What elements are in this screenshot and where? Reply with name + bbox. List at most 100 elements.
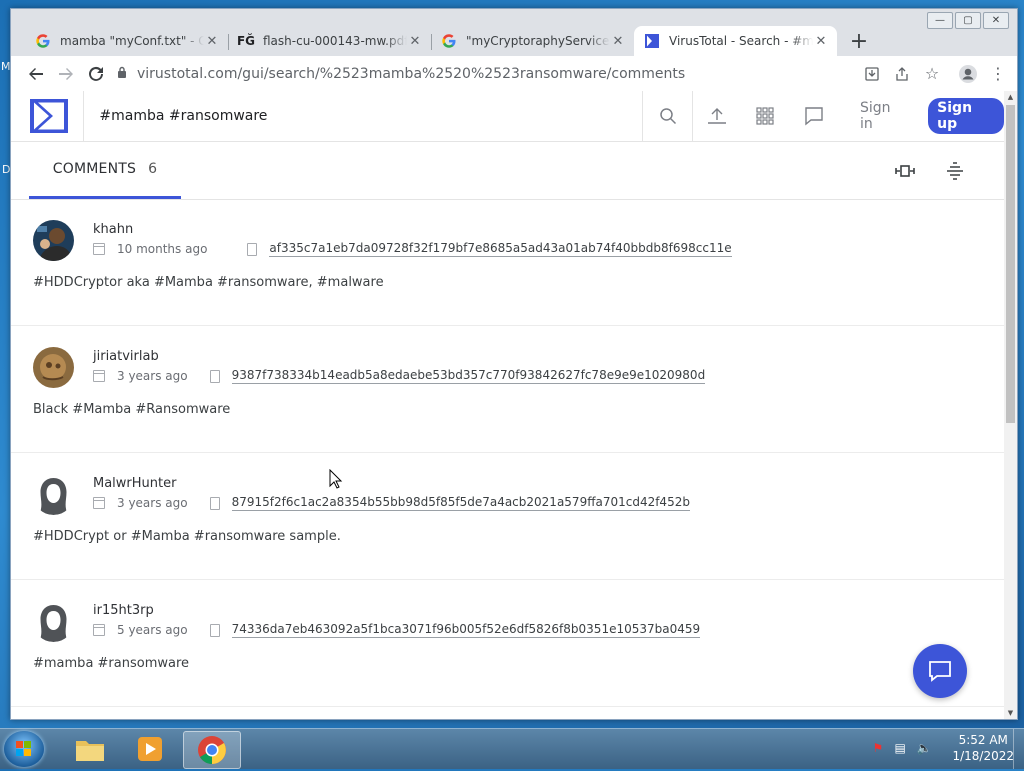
apps-grid-icon[interactable]	[741, 91, 789, 141]
comments-header: COMMENTS 6	[11, 141, 1004, 200]
comment-time: 10 months ago	[117, 242, 208, 256]
close-window-button[interactable]: ✕	[983, 12, 1009, 29]
new-tab-button[interactable]: +	[845, 27, 873, 55]
comment-text: #mamba #ransomware	[33, 656, 190, 671]
comment-meta: 10 months ago af335c7a1eb7da09728f32f179…	[93, 241, 732, 257]
browser-window: — ▢ ✕ mamba "myConf.txt" - Go ✕ FĞ flash…	[10, 8, 1018, 720]
vt-header: #mamba #ransomware Sign in Sign up	[11, 91, 1004, 142]
browser-menu-icon[interactable]: ⋮	[983, 59, 1013, 89]
comment-item: ir15ht3rp 5 years ago 74336da7eb463092a5…	[11, 580, 1004, 707]
google-icon	[35, 33, 51, 49]
minimize-button[interactable]: —	[927, 12, 953, 29]
volume-icon[interactable]: 🔈	[916, 741, 932, 755]
calendar-icon	[93, 370, 105, 382]
comments-count: 6	[148, 160, 158, 177]
tab-google-mamba[interactable]: mamba "myConf.txt" - Go ✕	[25, 26, 228, 56]
chat-button[interactable]	[913, 644, 967, 698]
comments-tab-label: COMMENTS	[52, 160, 137, 177]
file-icon	[247, 242, 258, 256]
forward-button[interactable]	[51, 59, 81, 89]
calendar-icon	[93, 243, 105, 255]
comment-author[interactable]: MalwrHunter	[93, 476, 176, 491]
tab-strip: mamba "myConf.txt" - Go ✕ FĞ flash-cu-00…	[25, 24, 873, 56]
tab-title: mamba "myConf.txt" - Go	[60, 34, 204, 48]
address-bar[interactable]: virustotal.com/gui/search/%2523mamba%252…	[117, 60, 851, 88]
profile-icon[interactable]	[953, 59, 983, 89]
chrome-taskbar-button[interactable]	[183, 731, 241, 769]
file-hash-link[interactable]: 9387f738334b14eadb5a8edaebe53bd357c770f9…	[231, 368, 706, 384]
close-tab-icon[interactable]: ✕	[813, 34, 829, 49]
show-desktop-button[interactable]	[1013, 729, 1024, 769]
clock-time: 5:52 AM	[958, 733, 1008, 747]
avatar	[33, 347, 74, 388]
comment-time: 3 years ago	[117, 369, 188, 383]
share-icon[interactable]	[887, 59, 917, 89]
file-icon	[209, 623, 220, 637]
calendar-icon	[93, 497, 105, 509]
tab-title: flash-cu-000143-mw.pdf	[263, 34, 407, 48]
back-button[interactable]	[21, 59, 51, 89]
page-scrollbar[interactable]: ▲ ▼	[1004, 91, 1017, 719]
tab-flash-pdf[interactable]: FĞ flash-cu-000143-mw.pdf ✕	[228, 26, 431, 56]
close-tab-icon[interactable]: ✕	[610, 34, 626, 49]
calendar-icon	[93, 624, 105, 636]
collapse-view-icon[interactable]	[943, 159, 967, 183]
maximize-button[interactable]: ▢	[955, 12, 981, 29]
explorer-taskbar-button[interactable]	[62, 731, 118, 767]
file-hash-link[interactable]: af335c7a1eb7da09728f32f179bf7e8685a5ad43…	[269, 241, 732, 257]
tab-comments[interactable]: COMMENTS 6	[29, 141, 181, 199]
file-icon	[209, 496, 220, 510]
reload-button[interactable]	[81, 59, 111, 89]
virustotal-logo[interactable]	[25, 91, 73, 141]
close-tab-icon[interactable]: ✕	[407, 34, 423, 49]
tab-virustotal[interactable]: VirusTotal - Search - #mamba #ransomware…	[634, 26, 837, 56]
close-tab-icon[interactable]: ✕	[204, 34, 220, 49]
comment-item: jiriatvirlab 3 years ago 9387f738334b14e…	[11, 326, 1004, 453]
comment-text: #HDDCryptor aka #Mamba #ransomware, #mal…	[33, 275, 384, 290]
tab-title: VirusTotal - Search - #mamba #ransomware	[669, 34, 813, 48]
url-text: virustotal.com/gui/search/%2523mamba%252…	[137, 65, 686, 82]
search-input[interactable]: #mamba #ransomware	[83, 91, 644, 141]
comment-author[interactable]: jiriatvirlab	[93, 349, 159, 364]
mouse-cursor-icon	[329, 469, 343, 489]
bookmark-star-icon[interactable]: ☆	[917, 59, 947, 89]
file-hash-link[interactable]: 87915f2f6c1ac2a8354b55bb98d5f85f5de7a4ac…	[231, 495, 690, 511]
comment-item: MalwrHunter 3 years ago 87915f2f6c1ac2a8…	[11, 453, 1004, 580]
scrollbar-thumb[interactable]	[1006, 105, 1015, 423]
comment-author[interactable]: ir15ht3rp	[93, 603, 154, 618]
google-icon	[441, 33, 457, 49]
media-player-taskbar-button[interactable]	[122, 731, 178, 767]
comment-meta: 3 years ago 9387f738334b14eadb5a8edaebe5…	[93, 368, 706, 384]
expand-view-icon[interactable]	[893, 159, 917, 183]
clock-date: 1/18/2022	[952, 749, 1014, 763]
tab-google-cryptography[interactable]: "myCryptoraphyService" - ✕	[431, 26, 634, 56]
browser-toolbar: virustotal.com/gui/search/%2523mamba%252…	[11, 56, 1017, 92]
install-app-icon[interactable]	[857, 59, 887, 89]
file-hash-link[interactable]: 74336da7eb463092a5f1bca3071f96b005f52e6d…	[231, 622, 701, 638]
comment-meta: 5 years ago 74336da7eb463092a5f1bca3071f…	[93, 622, 701, 638]
sign-in-link[interactable]: Sign in	[860, 100, 906, 132]
scroll-down-arrow-icon[interactable]: ▼	[1004, 707, 1017, 719]
avatar	[33, 601, 74, 642]
chat-icon[interactable]	[790, 91, 838, 141]
upload-icon[interactable]	[693, 91, 741, 141]
comment-text: #HDDCrypt or #Mamba #ransomware sample.	[33, 529, 341, 544]
network-icon[interactable]: ▤	[894, 741, 910, 755]
clock[interactable]: 5:52 AM 1/18/2022	[952, 732, 1014, 764]
virustotal-icon	[644, 33, 660, 49]
tab-title: "myCryptoraphyService" -	[466, 34, 610, 48]
avatar	[33, 474, 74, 515]
start-button[interactable]	[4, 731, 44, 767]
scroll-up-arrow-icon[interactable]: ▲	[1004, 91, 1017, 103]
search-icon[interactable]	[643, 91, 693, 141]
lock-icon	[117, 66, 137, 81]
sign-up-button[interactable]: Sign up	[928, 98, 1004, 134]
system-tray: ⚑ ▤ 🔈 5:52 AM 1/18/2022	[872, 732, 1014, 764]
comment-time: 5 years ago	[117, 623, 188, 637]
comment-author[interactable]: khahn	[93, 222, 133, 237]
pdf-icon: FĞ	[236, 34, 256, 48]
window-controls: — ▢ ✕	[927, 12, 1009, 29]
action-center-flag-icon[interactable]: ⚑	[872, 741, 888, 755]
avatar	[33, 220, 74, 261]
windows-taskbar: ⚑ ▤ 🔈 5:52 AM 1/18/2022	[0, 728, 1024, 769]
